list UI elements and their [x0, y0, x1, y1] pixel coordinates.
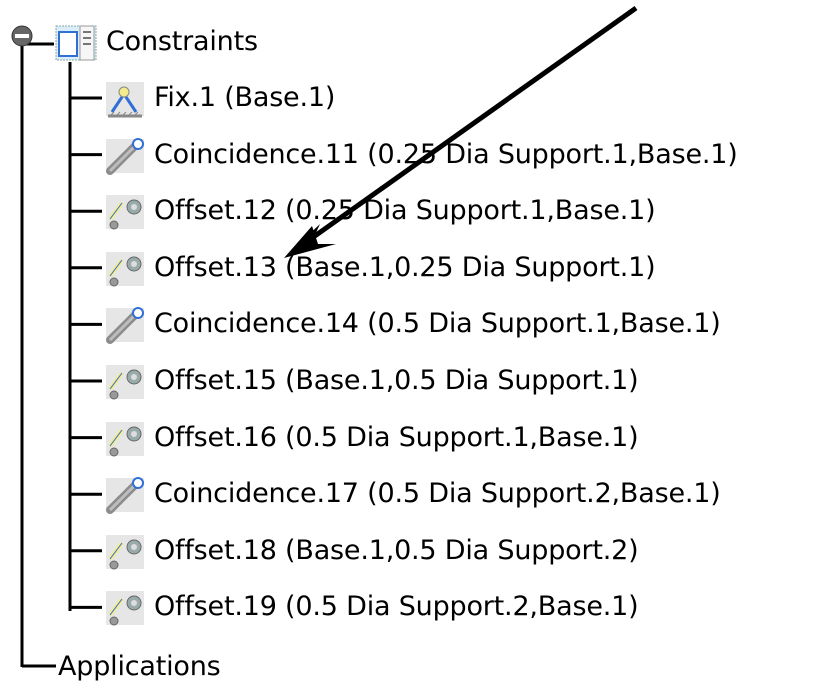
tree-node-label: Offset.13 (Base.1,0.25 Dia Support.1): [154, 251, 656, 283]
coincidence-constraint-icon: [102, 472, 154, 516]
tree-node-label: Fix.1 (Base.1): [154, 82, 336, 113]
child-connectors: [70, 96, 102, 609]
tree-node-fix-1[interactable]: Fix.1 (Base.1): [102, 76, 335, 120]
tree-node-applications[interactable]: Applications: [58, 645, 221, 689]
tree-node-offset-15[interactable]: Offset.15 (Base.1,0.5 Dia Support.1): [102, 359, 639, 403]
tree-node-coincidence-14[interactable]: Coincidence.14 (0.5 Dia Support.1,Base.1…: [102, 302, 721, 346]
offset-constraint-icon: [102, 246, 154, 290]
tree-node-label: Offset.16 (0.5 Dia Support.1,Base.1): [154, 421, 639, 453]
tree-node-label: Offset.12 (0.25 Dia Support.1,Base.1): [154, 195, 656, 227]
tree-node-label: Coincidence.14 (0.5 Dia Support.1,Base.1…: [154, 308, 721, 340]
tree-node-label: Offset.18 (Base.1,0.5 Dia Support.2): [154, 534, 639, 566]
tree-node-constraints[interactable]: Constraints: [54, 20, 258, 64]
constraints-folder-icon: [54, 20, 106, 64]
offset-constraint-icon: [102, 529, 154, 573]
offset-constraint-icon: [102, 416, 154, 460]
tree-node-offset-16[interactable]: Offset.16 (0.5 Dia Support.1,Base.1): [102, 416, 639, 460]
offset-constraint-icon: [102, 585, 154, 629]
offset-constraint-icon: [102, 359, 154, 403]
collapse-toggle-icon[interactable]: [10, 24, 34, 48]
coincidence-constraint-icon: [102, 302, 154, 346]
tree-node-coincidence-17[interactable]: Coincidence.17 (0.5 Dia Support.2,Base.1…: [102, 472, 721, 516]
tree-node-label: Coincidence.17 (0.5 Dia Support.2,Base.1…: [154, 478, 721, 510]
tree-node-coincidence-11[interactable]: Coincidence.11 (0.25 Dia Support.1,Base.…: [102, 133, 738, 177]
tree-node-label: Constraints: [106, 26, 258, 57]
tree-node-offset-13[interactable]: Offset.13 (Base.1,0.25 Dia Support.1): [102, 246, 656, 290]
tree-node-label: Applications: [58, 651, 221, 682]
tree-node-label: Offset.15 (Base.1,0.5 Dia Support.1): [154, 365, 639, 396]
coincidence-constraint-icon: [102, 133, 154, 177]
tree-node-label: Coincidence.11 (0.25 Dia Support.1,Base.…: [154, 138, 738, 170]
tree-node-offset-18[interactable]: Offset.18 (Base.1,0.5 Dia Support.2): [102, 529, 639, 573]
offset-constraint-icon: [102, 189, 154, 233]
tree-node-offset-12[interactable]: Offset.12 (0.25 Dia Support.1,Base.1): [102, 189, 656, 233]
tree-node-label: Offset.19 (0.5 Dia Support.2,Base.1): [154, 591, 639, 623]
tree-node-offset-19[interactable]: Offset.19 (0.5 Dia Support.2,Base.1): [102, 585, 639, 629]
fix-constraint-icon: [102, 76, 154, 120]
